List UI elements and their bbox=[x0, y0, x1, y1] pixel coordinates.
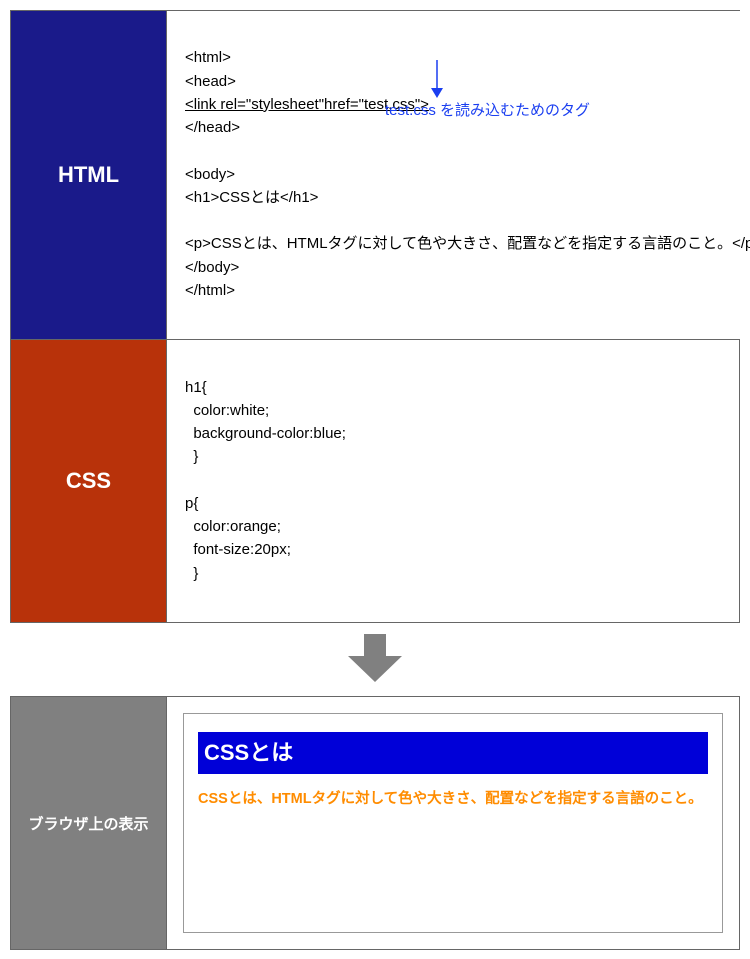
code-line: color:orange; bbox=[185, 518, 281, 535]
html-code-block: <html> <head> <link rel="stylesheet"href… bbox=[185, 23, 750, 325]
annotation-text: test.css を読み込むためのタグ bbox=[385, 99, 590, 122]
code-line: h1{ bbox=[185, 379, 207, 396]
big-arrow-down-icon bbox=[348, 634, 402, 682]
panel-css-label: CSS bbox=[11, 340, 166, 622]
code-line: </body> bbox=[185, 259, 239, 276]
panel-html-label: HTML bbox=[11, 11, 166, 339]
code-line: <html> bbox=[185, 49, 231, 66]
panel-browser-label: ブラウザ上の表示 bbox=[11, 697, 166, 949]
code-line: } bbox=[185, 565, 198, 582]
label-text: CSS bbox=[66, 468, 111, 494]
css-code-block: h1{ color:white; background-color:blue; … bbox=[185, 352, 721, 608]
panel-html-content: <html> <head> <link rel="stylesheet"href… bbox=[166, 11, 750, 339]
panel-css: CSS h1{ color:white; background-color:bl… bbox=[10, 339, 740, 623]
code-line: background-color:blue; bbox=[185, 425, 346, 442]
label-text: HTML bbox=[58, 162, 119, 188]
rendered-paragraph: CSSとは、HTMLタグに対して色や大きさ、配置などを指定する言語のこと。 bbox=[198, 788, 708, 810]
label-text: ブラウザ上の表示 bbox=[28, 813, 148, 834]
code-line: p{ bbox=[185, 495, 198, 512]
panel-browser: ブラウザ上の表示 CSSとは CSSとは、HTMLタグに対して色や大きさ、配置な… bbox=[10, 696, 740, 950]
code-line: <h1>CSSとは</h1> bbox=[185, 189, 318, 206]
code-line: } bbox=[185, 448, 198, 465]
code-line: <body> bbox=[185, 166, 235, 183]
result-arrow bbox=[10, 622, 740, 696]
code-line: <head> bbox=[185, 73, 236, 90]
code-line: </html> bbox=[185, 282, 235, 299]
arrow-down-icon bbox=[427, 60, 447, 100]
code-line: <p>CSSとは、HTMLタグに対して色や大きさ、配置などを指定する言語のこと。… bbox=[185, 235, 750, 252]
panel-html: HTML <html> <head> <link rel="stylesheet… bbox=[10, 10, 740, 340]
panel-browser-content: CSSとは CSSとは、HTMLタグに対して色や大きさ、配置などを指定する言語の… bbox=[166, 697, 739, 949]
panel-css-content: h1{ color:white; background-color:blue; … bbox=[166, 340, 739, 622]
browser-viewport: CSSとは CSSとは、HTMLタグに対して色や大きさ、配置などを指定する言語の… bbox=[183, 713, 723, 933]
code-line: </head> bbox=[185, 119, 240, 136]
code-line: font-size:20px; bbox=[185, 541, 291, 558]
code-line: color:white; bbox=[185, 402, 269, 419]
rendered-heading: CSSとは bbox=[198, 732, 708, 774]
